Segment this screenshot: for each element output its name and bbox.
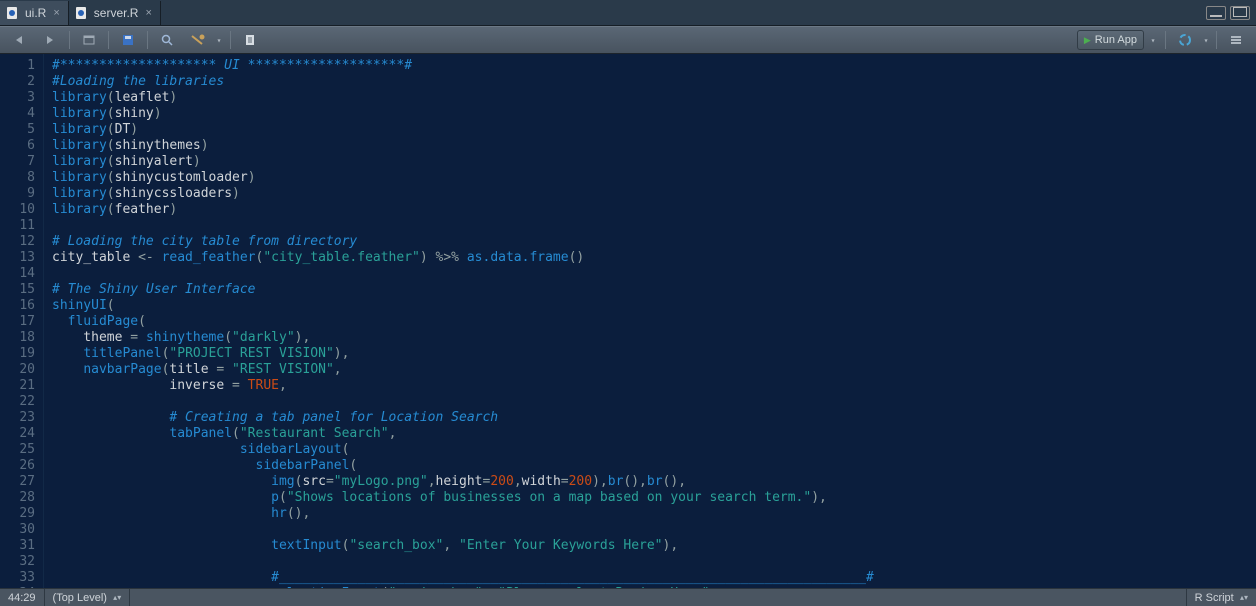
- publish-button[interactable]: [1171, 30, 1199, 50]
- window-controls: [1206, 6, 1256, 20]
- code-tools-button[interactable]: [183, 30, 211, 50]
- status-bar: 44:29 (Top Level) ▴▾ R Script ▴▾: [0, 588, 1256, 606]
- save-button[interactable]: [114, 30, 142, 50]
- run-app-button[interactable]: ▶ Run App: [1077, 30, 1144, 50]
- publish-dropdown[interactable]: ▾: [1201, 30, 1211, 50]
- tab-label: ui.R: [25, 6, 46, 20]
- minimize-pane-icon[interactable]: [1206, 6, 1226, 20]
- compile-report-button[interactable]: [236, 30, 264, 50]
- toolbar-separator: [1216, 31, 1217, 49]
- toolbar-separator: [1165, 31, 1166, 49]
- find-button[interactable]: [153, 30, 181, 50]
- run-app-label: Run App: [1095, 34, 1137, 46]
- show-in-new-window-button[interactable]: [75, 30, 103, 50]
- editor-toolbar: ▾ ▶ Run App ▾ ▾: [0, 26, 1256, 54]
- scope-selector[interactable]: (Top Level) ▴▾: [45, 589, 131, 606]
- outline-button[interactable]: [1222, 30, 1250, 50]
- code-editor[interactable]: 1234567891011121314151617181920212223242…: [0, 54, 1256, 588]
- line-gutter: 1234567891011121314151617181920212223242…: [0, 54, 44, 588]
- code-tools-dropdown[interactable]: ▾: [213, 30, 225, 50]
- tab-ui-r[interactable]: ui.R ×: [0, 1, 69, 25]
- toolbar-separator: [69, 31, 70, 49]
- run-app-dropdown[interactable]: ▾: [1146, 30, 1160, 50]
- cursor-position: 44:29: [0, 589, 45, 606]
- toolbar-separator: [147, 31, 148, 49]
- tab-server-r[interactable]: server.R ×: [69, 1, 161, 25]
- editor-tabs: ui.R × server.R ×: [0, 0, 1256, 26]
- maximize-pane-icon[interactable]: [1230, 6, 1250, 20]
- tab-label: server.R: [94, 6, 139, 20]
- file-type-selector[interactable]: R Script ▴▾: [1186, 589, 1256, 606]
- r-file-icon: [6, 6, 20, 20]
- toolbar-separator: [108, 31, 109, 49]
- tab-close-icon[interactable]: ×: [53, 7, 59, 19]
- code-area[interactable]: #******************** UI ***************…: [44, 54, 1256, 588]
- toolbar-separator: [230, 31, 231, 49]
- tab-close-icon[interactable]: ×: [145, 7, 151, 19]
- nav-forward-button[interactable]: [36, 30, 64, 50]
- play-icon: ▶: [1084, 35, 1091, 46]
- nav-back-button[interactable]: [6, 30, 34, 50]
- r-file-icon: [75, 6, 89, 20]
